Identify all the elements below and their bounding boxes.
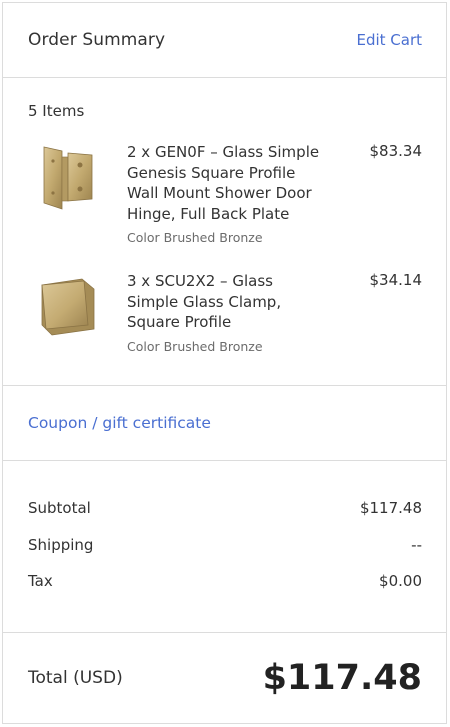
tax-label: Tax — [28, 572, 53, 590]
grand-total-label: Total (USD) — [28, 668, 123, 688]
item-price: $83.34 — [369, 142, 423, 160]
cart-items-section: 5 Items 2 x GEN0F – Glass Simple Genesis… — [3, 78, 446, 386]
tax-value: $0.00 — [379, 572, 422, 590]
order-summary-header: Order Summary Edit Cart — [3, 3, 446, 78]
subtotal-value: $117.48 — [359, 499, 422, 517]
shipping-value: -- — [411, 535, 422, 554]
items-count: 5 Items — [28, 102, 85, 120]
edit-cart-link[interactable]: Edit Cart — [356, 31, 422, 49]
item-details: 3 x SCU2X2 – Glass Simple Glass Clamp, S… — [127, 271, 352, 354]
order-summary-card: Order Summary Edit Cart 5 Items 2 x GEN0… — [2, 2, 447, 724]
item-option: Color Brushed Bronze — [127, 230, 263, 245]
coupon-section: Coupon / gift certificate — [3, 386, 446, 461]
list-item: 3 x SCU2X2 – Glass Simple Glass Clamp, S… — [28, 271, 422, 354]
grand-total-value: $117.48 — [262, 658, 422, 698]
shipping-row: Shipping -- — [28, 536, 422, 573]
shipping-label: Shipping — [28, 535, 94, 554]
hinge-product-image — [28, 142, 108, 212]
item-option: Color Brushed Bronze — [127, 338, 263, 354]
tax-row: Tax $0.00 — [28, 572, 422, 609]
grand-total-section: Total (USD) $117.48 — [3, 633, 446, 723]
totals-section: Subtotal $117.48 Shipping -- Tax $0.00 — [3, 461, 446, 633]
item-name: 3 x SCU2X2 – Glass Simple Glass Clamp, S… — [127, 272, 282, 331]
item-price: $34.14 — [369, 271, 423, 289]
item-details: 2 x GEN0F – Glass Simple Genesis Square … — [127, 142, 352, 245]
subtotal-label: Subtotal — [28, 499, 91, 517]
list-item: 2 x GEN0F – Glass Simple Genesis Square … — [28, 142, 422, 245]
item-name: 2 x GEN0F – Glass Simple Genesis Square … — [127, 143, 320, 223]
order-summary-title: Order Summary — [28, 30, 166, 50]
subtotal-row: Subtotal $117.48 — [28, 499, 422, 536]
clamp-product-image — [28, 271, 108, 341]
coupon-gift-certificate-link[interactable]: Coupon / gift certificate — [28, 414, 211, 432]
